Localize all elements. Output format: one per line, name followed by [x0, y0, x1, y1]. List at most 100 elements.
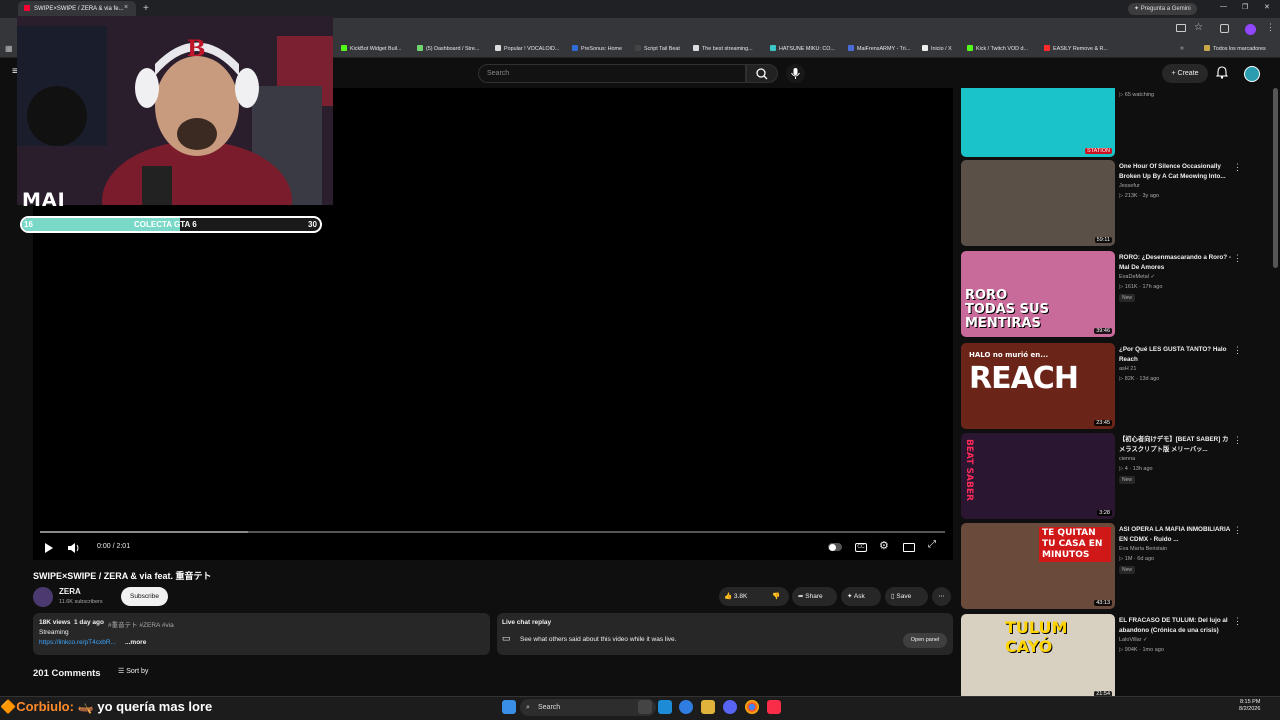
search-input[interactable]: Search — [478, 64, 746, 83]
upload-age: 1 day ago — [74, 619, 104, 626]
recommendation-item[interactable]: 59:11 One Hour Of Silence Occasionally Br… — [961, 160, 1261, 246]
recommendation-channel[interactable]: asH 21 — [1119, 366, 1136, 372]
recommendation-title[interactable]: ASI OPERA LA MAFIA INMOBILIARIA EN CDMX … — [1119, 525, 1231, 544]
tab-close-icon[interactable]: × — [124, 4, 128, 11]
system-clock[interactable]: 8:15 PM 8/2/2026 — [1239, 699, 1260, 713]
chrome-icon[interactable] — [745, 700, 759, 714]
more-options-icon[interactable]: ⋮ — [1233, 436, 1242, 445]
recommendation-thumbnail[interactable]: TULUM CAYÓ 21:54 — [961, 614, 1115, 700]
ask-button[interactable]: ✦ Ask — [841, 587, 881, 606]
apps-grid-icon[interactable]: ▦ — [5, 40, 13, 58]
save-button[interactable]: ▯ Save — [885, 587, 928, 606]
bookmark-item[interactable]: The best streaming... — [693, 40, 753, 58]
settings-gear-icon[interactable]: ⚙ — [879, 539, 889, 552]
recommendation-item[interactable]: RORO TODAS SUS MENTIRAS 39:46 RORO: ¿Desen… — [961, 251, 1261, 337]
account-avatar[interactable] — [1244, 66, 1260, 82]
recommendation-channel[interactable]: EvaDeMetal ✓ — [1119, 274, 1155, 280]
file-explorer-icon[interactable] — [701, 700, 715, 714]
play-button[interactable] — [42, 541, 54, 559]
recommendation-thumbnail[interactable]: RORO TODAS SUS MENTIRAS 39:46 — [961, 251, 1115, 337]
time-display: 0:00 / 2:01 — [97, 543, 131, 550]
new-tab-button[interactable]: + — [143, 3, 149, 14]
edge-icon[interactable] — [679, 700, 693, 714]
recommendation-thumbnail[interactable]: STATION — [961, 88, 1115, 157]
volume-button[interactable] — [67, 541, 81, 559]
share-button[interactable]: ➦ Share — [792, 587, 837, 606]
bookmark-star-icon[interactable]: ☆ — [1194, 22, 1203, 33]
more-options-icon[interactable]: ⋮ — [1233, 526, 1242, 535]
more-bookmarks-icon[interactable]: » — [1180, 40, 1184, 58]
fullscreen-icon[interactable]: ⤢ — [928, 539, 936, 550]
channel-avatar[interactable] — [33, 587, 53, 607]
all-bookmarks-folder[interactable]: Todos los marcadores — [1204, 40, 1266, 58]
bookmark-item[interactable]: Script Tail Beat — [635, 40, 680, 58]
taskbar-search[interactable]: ⌕ Search — [520, 699, 656, 716]
discord-icon[interactable] — [723, 700, 737, 714]
recommendation-title[interactable]: EL FRACASO DE TULUM: Del lujo al abandon… — [1119, 616, 1231, 635]
recommendation-title[interactable]: RORO: ¿Desenmascarando a Roro? - Mal De … — [1119, 253, 1231, 272]
recommendation-item[interactable]: HALO no murió en... REACH 23:45 ¿Por Qué LE… — [961, 343, 1261, 429]
recommendation-item[interactable]: BEAT SABER 3:28 【初心者向けデモ】[BEAT SABER] カメラス… — [961, 433, 1261, 519]
recommendation-item[interactable]: TULUM CAYÓ 21:54 EL FRACASO DE TULUM: Del … — [961, 614, 1261, 700]
channel-name[interactable]: ZERA — [59, 587, 81, 596]
more-options-icon[interactable]: ⋮ — [1233, 617, 1242, 626]
recommendation-title[interactable]: One Hour Of Silence Occasionally Broken … — [1119, 162, 1231, 181]
gemini-button[interactable]: ✦ Pregunta a Gemini — [1128, 3, 1197, 15]
open-panel-button[interactable]: Open panel — [903, 633, 947, 648]
cast-icon[interactable] — [1176, 24, 1186, 32]
captions-icon[interactable]: CC — [855, 543, 867, 552]
bookmark-item[interactable]: Kick / Twitch VOD d... — [967, 40, 1028, 58]
bookmark-item[interactable]: HATSUNE MIKU: CO... — [770, 40, 835, 58]
more-options-icon[interactable]: ⋮ — [1233, 163, 1242, 172]
recommendation-channel[interactable]: Eva María Beristain — [1119, 546, 1167, 552]
bookmark-item[interactable]: MaiFrensARMY - Tri... — [848, 40, 910, 58]
description-box[interactable]: 18K views 1 day ago #重音テト #ZERA #via Str… — [33, 613, 490, 655]
bookmark-item[interactable]: EASILY Remove & R... — [1044, 40, 1108, 58]
like-button[interactable]: 👍 3.8K — [719, 587, 764, 606]
recommendation-channel[interactable]: cienna — [1119, 456, 1135, 462]
recommendation-thumbnail[interactable]: BEAT SABER 3:28 — [961, 433, 1115, 519]
bookmark-item[interactable]: PreSonus: Home — [572, 40, 622, 58]
windows-start-icon[interactable] — [502, 700, 516, 714]
sort-comments-button[interactable]: ☰ Sort by — [118, 667, 148, 675]
create-button[interactable]: + Create — [1162, 64, 1208, 83]
recommendation-title[interactable]: ¿Por Qué LES GUSTA TANTO? Halo Reach — [1119, 345, 1231, 364]
hashtags[interactable]: #重音テト #ZERA #via — [108, 619, 174, 629]
like-count: 3.8K — [733, 593, 748, 600]
recommendation-item[interactable]: TE QUITAN TU CASA EN MINUTOS 43:13 ASI OPE… — [961, 523, 1261, 609]
more-actions-button[interactable]: ⋯ — [932, 587, 951, 606]
voice-search-button[interactable] — [786, 64, 805, 83]
recommendation-title[interactable]: 【初心者向けデモ】[BEAT SABER] カメラスクリプト版 メリーバッ... — [1119, 435, 1231, 454]
autoplay-toggle[interactable] — [828, 543, 842, 551]
page-scrollbar[interactable] — [1273, 88, 1278, 268]
profile-icon[interactable] — [1245, 24, 1256, 35]
description-link[interactable]: https://linkco.re/pT4cxbR... — [39, 639, 116, 646]
show-more-button[interactable]: ...more — [125, 639, 146, 646]
search-button[interactable] — [746, 64, 778, 83]
dislike-button[interactable]: 👎 — [765, 587, 787, 606]
minimize-button[interactable]: — — [1220, 3, 1227, 10]
close-window-button[interactable]: ✕ — [1264, 3, 1270, 11]
more-options-icon[interactable]: ⋮ — [1233, 346, 1242, 355]
more-options-icon[interactable]: ⋮ — [1233, 254, 1242, 263]
maximize-button[interactable]: ❐ — [1242, 3, 1248, 11]
recommendation-item[interactable]: STATION ▷ 65 watching — [961, 88, 1261, 157]
subscribe-button[interactable]: Subscribe — [121, 587, 168, 606]
recommendation-thumbnail[interactable]: 59:11 — [961, 160, 1115, 246]
recommendation-thumbnail[interactable]: TE QUITAN TU CASA EN MINUTOS 43:13 — [961, 523, 1115, 609]
bookmark-item[interactable]: Inicio / X — [922, 40, 952, 58]
bookmark-item[interactable]: (5) Dashboard / Stre... — [417, 40, 479, 58]
task-view-icon[interactable] — [638, 700, 652, 714]
recommendation-channel[interactable]: Jessefur — [1119, 183, 1140, 189]
menu-dots-icon[interactable]: ⋮ — [1266, 22, 1275, 33]
recommendation-channel[interactable]: LaloVillar ✓ — [1119, 637, 1148, 643]
extensions-icon[interactable] — [1220, 24, 1229, 33]
theater-mode-icon[interactable] — [903, 543, 915, 552]
music-app-icon[interactable] — [767, 700, 781, 714]
bookmark-item[interactable]: KickBot Widget Buil... — [341, 40, 402, 58]
mail-icon[interactable] — [658, 700, 672, 714]
streamer-camera-image: B — [17, 16, 333, 205]
recommendation-thumbnail[interactable]: HALO no murió en... REACH 23:45 — [961, 343, 1115, 429]
bookmark-item[interactable]: Popular ! VOCALOID... — [495, 40, 559, 58]
notifications-bell-icon[interactable] — [1215, 66, 1229, 84]
